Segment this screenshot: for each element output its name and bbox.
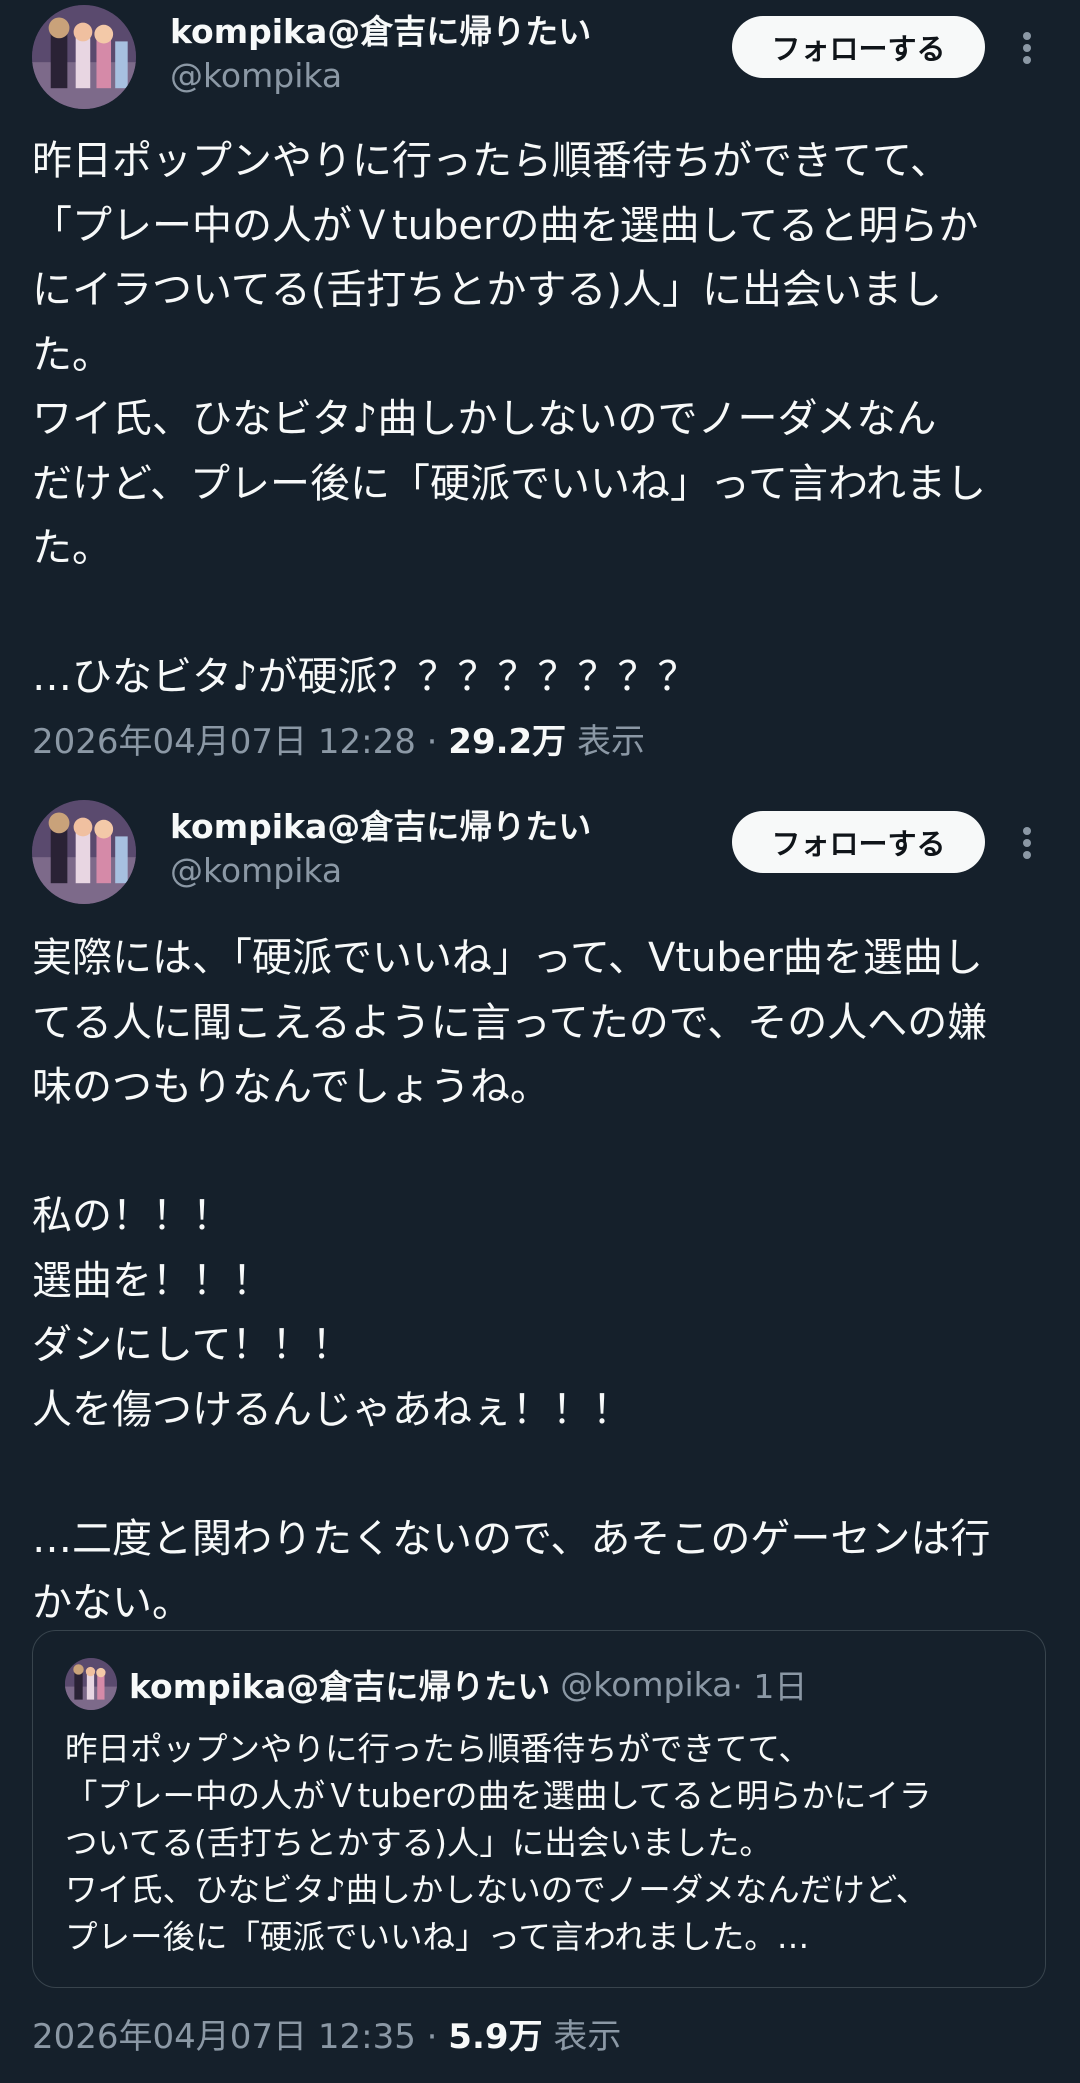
avatar[interactable] <box>32 800 136 904</box>
views-count: 29.2万 <box>448 722 567 762</box>
tweet-text: 実際には、「硬派でいいね」って、Vtuber曲を選曲し てる人に聞こえるように言… <box>32 935 991 1626</box>
avatar[interactable] <box>32 5 136 109</box>
views-label: 表示 <box>577 722 645 762</box>
user-handle[interactable]: @kompika <box>170 54 591 98</box>
separator: · <box>426 722 438 762</box>
timestamp[interactable]: 2026年04月07日 12:28 <box>32 722 416 762</box>
views-count: 5.9万 <box>448 2017 543 2057</box>
more-vertical-icon[interactable] <box>1012 817 1042 869</box>
quoted-tweet-text: 昨日ポップンやりに行ったら順番待ちができてて、 「プレー中の人がＶtuberの曲… <box>65 1730 932 1956</box>
quoted-user-handle: @kompika <box>560 1664 733 1704</box>
follow-button[interactable]: フォローする <box>732 16 985 78</box>
tweet-header: kompika@倉吉に帰りたい @kompika フォローする <box>0 795 1080 913</box>
quoted-display-name: kompika@倉吉に帰りたい <box>129 1667 551 1706</box>
tweet-meta: 2026年04月07日 12:28 · 29.2万 表示 <box>32 720 645 764</box>
quoted-tweet[interactable]: kompika@倉吉に帰りたい @kompika · 1日 昨日ポップンやりに行… <box>32 1630 1046 1988</box>
avatar <box>65 1658 117 1710</box>
display-name[interactable]: kompika@倉吉に帰りたい <box>170 10 591 54</box>
timestamp[interactable]: 2026年04月07日 12:35 <box>32 2017 416 2057</box>
follow-button[interactable]: フォローする <box>732 811 985 873</box>
views-label: 表示 <box>553 2017 622 2057</box>
quoted-time: · 1日 <box>732 1667 808 1706</box>
separator: · <box>426 2017 438 2057</box>
quoted-tweet-header: kompika@倉吉に帰りたい @kompika · 1日 <box>65 1658 807 1710</box>
user-handle[interactable]: @kompika <box>170 849 591 893</box>
tweet[interactable]: kompika@倉吉に帰りたい @kompika フォローする 昨日ポップンやり… <box>0 0 1080 762</box>
more-vertical-icon[interactable] <box>1012 22 1042 74</box>
tweet[interactable]: kompika@倉吉に帰りたい @kompika フォローする 実際には、「硬派… <box>0 795 1080 2057</box>
display-name[interactable]: kompika@倉吉に帰りたい <box>170 805 591 849</box>
tweet-header: kompika@倉吉に帰りたい @kompika フォローする <box>0 0 1080 118</box>
tweet-text: 昨日ポップンやりに行ったら順番待ちができてて、 「プレー中の人がＶtuberの曲… <box>32 138 986 700</box>
tweet-meta: 2026年04月07日 12:35 · 5.9万 表示 <box>32 2015 621 2059</box>
